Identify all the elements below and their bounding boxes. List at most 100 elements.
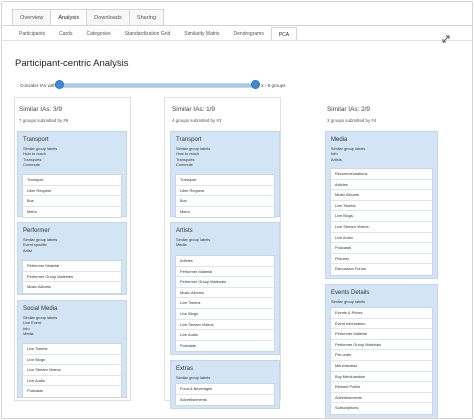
similar-label: Media [23, 330, 34, 336]
main-tabs: Overview Analysis Downloads Sharing [12, 9, 165, 26]
card-list: Recommendations Articles Music Albums Li… [330, 168, 433, 276]
group-title: Transport [176, 137, 202, 143]
app-frame: Overview Analysis Downloads Sharing Part… [1, 1, 473, 419]
column-2-header: Similar IAs: 1/9 4 groups submitted by #… [172, 102, 282, 123]
column-title: Similar IAs: 2/9 [327, 106, 370, 113]
card-item: Events & Prices [331, 308, 432, 319]
subtab-dendrograms[interactable]: Dendrograms [227, 27, 271, 41]
info-icon[interactable]: ? [115, 60, 121, 66]
card-item: Live Tweets [176, 298, 274, 309]
card-item: Metro [27, 208, 37, 214]
card-item: Performer Material [23, 261, 121, 272]
card-item: Articles [176, 256, 274, 267]
card-item: Transport [176, 175, 274, 186]
card-item: Performer Group Materials [331, 340, 432, 351]
card-item: Live Stream Videos [23, 365, 121, 376]
column-subtitle: 3 groups submitted by #4 [327, 118, 377, 123]
similar-label: Artists [331, 156, 342, 162]
slider-handle-max[interactable] [251, 80, 260, 89]
similar-label: Artist [23, 247, 32, 253]
card-item: Live Blogs [331, 211, 432, 222]
group-card-media: Media Similar group labels Info Artists … [325, 131, 438, 279]
card-item: Music Albums [176, 288, 274, 299]
similar-labels-heading: Similar group labels [331, 299, 366, 304]
column-subtitle: 7 groups submitted by #6 [19, 118, 69, 123]
group-card-transport: Transport Similar group labels How to re… [17, 131, 127, 219]
consider-label: Consider IAs with [20, 83, 56, 88]
card-item: Live Audio [176, 330, 274, 341]
card-item: Podcasts [331, 243, 432, 254]
group-title: Artists [176, 228, 193, 234]
card-item: Recommendations [331, 169, 432, 180]
subtab-similarity-matrix[interactable]: Similarity Matrix [177, 27, 226, 41]
subtab-categories[interactable]: Categories [79, 27, 117, 41]
page-title: Participant-centric Analysis [15, 58, 129, 69]
group-title: Media [331, 137, 348, 143]
card-list: Live Tweets Live Blogs Live Stream Video… [22, 343, 122, 398]
card-item: Reward Points [331, 382, 432, 393]
card-item: Articles [331, 180, 432, 191]
tab-divider [2, 25, 472, 26]
column-3-header: Similar IAs: 2/9 3 groups submitted by #… [327, 102, 457, 123]
slider-handle-min[interactable] [55, 80, 64, 89]
subtab-participants[interactable]: Participants [12, 27, 52, 41]
card-list: Articles Performer Material Performer Gr… [175, 255, 275, 353]
card-item: Performer Material [176, 267, 274, 278]
column-title: Similar IAs: 1/9 [172, 106, 215, 113]
group-title: Performer [23, 228, 50, 234]
group-title: Events Details [331, 290, 370, 296]
card-item: Live Tweets [23, 344, 121, 355]
card-item: Advertisements [180, 396, 207, 402]
group-title: Transport [23, 137, 49, 143]
group-title: Extras [176, 366, 194, 372]
card-item: Advertisements [331, 393, 432, 404]
card-item: Live Tweets [331, 201, 432, 212]
card-item: Uber Request [176, 186, 274, 197]
card-item: Live Blogs [23, 355, 121, 366]
similar-label: Media [176, 242, 187, 248]
similar-label: Commute [23, 161, 40, 167]
card-list: Performer Material Performer Group Mater… [22, 260, 122, 294]
card-item: Podcasts [27, 388, 44, 394]
card-item: Live Audio [23, 376, 121, 387]
card-item: Discussion Forum [335, 266, 367, 272]
card-item: Live Stream Videos [331, 222, 432, 233]
slider-fill [60, 84, 253, 87]
group-card-artists: Artists Similar group labels Media Artic… [170, 222, 280, 355]
column-title: Similar IAs: 3/9 [19, 106, 62, 113]
group-card-social-media: Social Media Similar group labels Live E… [17, 300, 127, 398]
card-item: Merchandise [331, 361, 432, 372]
group-range-slider[interactable] [59, 83, 254, 88]
card-item: Music Albums [27, 284, 51, 290]
subtab-pca[interactable]: PCA [270, 27, 298, 41]
card-item: Transport [23, 175, 121, 186]
card-list: Food & Beverages Advertisements [175, 383, 275, 407]
similar-labels-heading: Similar group labels [176, 375, 211, 380]
card-item: Live Stream Videos [176, 320, 274, 331]
card-item: Food & Beverages [176, 384, 274, 395]
analysis-subtabs: Participants Cards Categories Standardiz… [12, 27, 298, 41]
card-item: Buy Merchandise [331, 372, 432, 383]
subtab-cards[interactable]: Cards [52, 27, 79, 41]
card-item: Performer Group Materials [176, 277, 274, 288]
column-subtitle: 4 groups submitted by #3 [172, 118, 222, 123]
group-card-transport: Transport Similar group labels How to re… [170, 131, 280, 219]
subtab-standardization-grid[interactable]: Standardization Grid [118, 27, 178, 41]
card-list: Transport Uber Request Bus Metro [22, 174, 122, 219]
tab-overview[interactable]: Overview [12, 9, 51, 26]
tab-analysis[interactable]: Analysis [50, 9, 87, 26]
card-item: Performer Group Materials [23, 272, 121, 283]
similar-label: Commute [176, 161, 193, 167]
subtab-divider [2, 40, 472, 41]
group-card-extras: Extras Similar group labels Food & Bever… [170, 360, 280, 409]
card-item: Uber Request [23, 186, 121, 197]
group-title: Social Media [23, 306, 58, 312]
card-list: Events & Prices Event Information Perfor… [330, 307, 433, 415]
tab-downloads[interactable]: Downloads [86, 9, 129, 26]
expand-icon[interactable] [442, 30, 450, 43]
card-item: Pre-order [331, 350, 432, 361]
group-card-events-details: Events Details Similar group labels Even… [325, 284, 438, 418]
card-item: Podcasts [180, 342, 197, 348]
tab-sharing[interactable]: Sharing [128, 9, 165, 26]
group-card-performer: Performer Similar group labels Event spe… [17, 222, 127, 295]
